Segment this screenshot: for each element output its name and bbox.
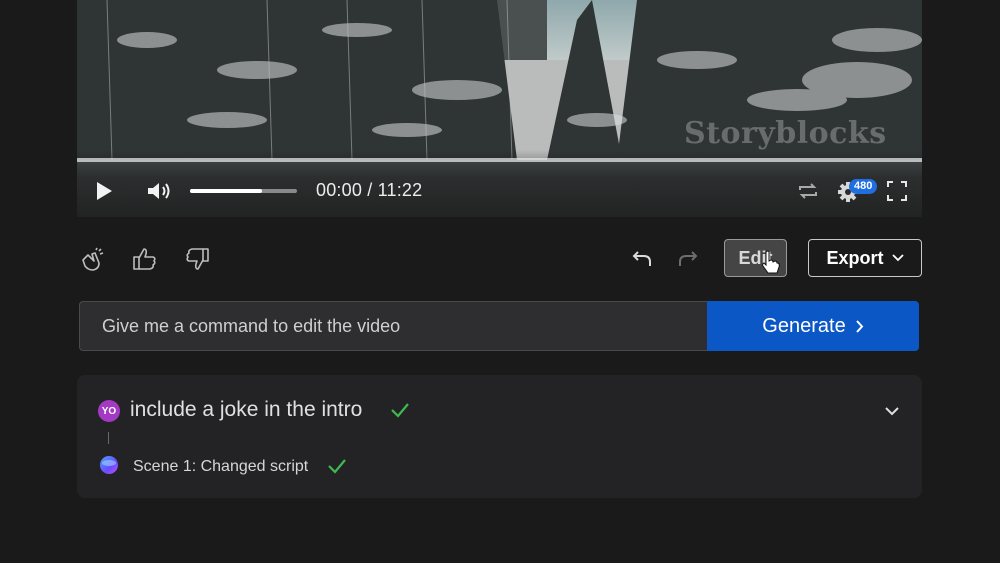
export-button[interactable]: Export — [808, 239, 922, 277]
generate-button-label: Generate — [762, 314, 846, 337]
thread-line — [108, 432, 109, 444]
watermark: Storyblocks — [684, 116, 887, 151]
generate-button[interactable]: Generate — [707, 301, 919, 351]
chevron-down-icon — [891, 254, 904, 262]
history-command-text: include a joke in the intro — [130, 398, 363, 421]
clap-icon[interactable] — [79, 245, 107, 273]
history-step-text: Scene 1: Changed script — [133, 458, 309, 475]
play-icon[interactable] — [93, 178, 115, 204]
volume-icon[interactable] — [145, 178, 175, 204]
time-display: 00:00 / 11:22 — [316, 180, 423, 200]
thumbs-up-icon[interactable] — [131, 245, 159, 273]
export-button-label: Export — [826, 247, 884, 268]
quality-badge: 480 — [849, 179, 878, 194]
chevron-right-icon — [855, 319, 864, 333]
chevron-down-icon[interactable] — [882, 402, 902, 420]
ai-logo-icon — [100, 456, 118, 474]
volume-slider[interactable] — [190, 189, 297, 193]
command-history-panel: YO include a joke in the intro Scene 1: … — [77, 375, 922, 498]
check-icon — [328, 459, 346, 474]
avatar: YO — [98, 400, 120, 422]
progress-bar[interactable] — [77, 158, 922, 162]
loop-icon[interactable] — [795, 179, 821, 203]
command-input[interactable] — [79, 301, 707, 351]
thumbs-down-icon[interactable] — [183, 245, 211, 273]
redo-icon[interactable] — [676, 248, 700, 270]
volume-slider-fill — [190, 189, 262, 193]
undo-icon[interactable] — [630, 248, 654, 270]
video-player[interactable]: Storyblocks 00:00 / 11:22 480 — [77, 0, 922, 217]
check-icon — [391, 403, 409, 418]
hand-cursor-icon — [760, 250, 780, 276]
fullscreen-icon[interactable] — [884, 178, 910, 204]
